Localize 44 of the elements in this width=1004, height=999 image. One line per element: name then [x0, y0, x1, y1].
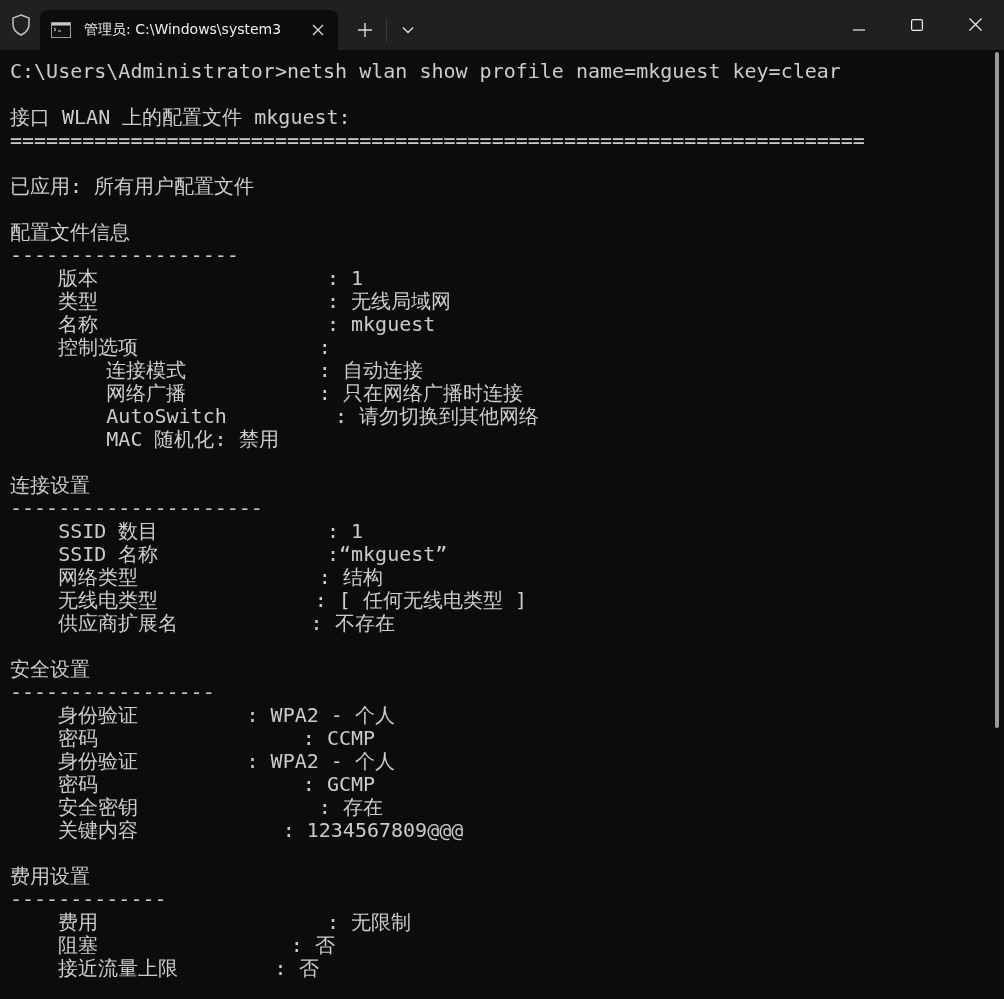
new-tab-icon[interactable]	[358, 23, 372, 37]
terminal-line: SSID 数目 : 1	[57, 520, 364, 543]
terminal-icon	[51, 22, 71, 38]
terminal-line: 接口 WLAN 上的配置文件 mkguest:	[10, 106, 351, 129]
terminal-line: 网络广播 : 只在网络广播时连接	[105, 382, 523, 405]
terminal-line: 类型 : 无线局域网	[57, 290, 452, 313]
terminal-line: 无线电类型 : [ 任何无线电类型 ]	[57, 589, 527, 612]
terminal-line: 控制选项 :	[57, 336, 331, 359]
terminal-line: 费用 : 无限制	[57, 911, 412, 934]
terminal-line: 密码 : CCMP	[57, 727, 376, 750]
terminal-line: 配置文件信息	[10, 221, 130, 244]
terminal-line: 已应用: 所有用户配置文件	[10, 175, 255, 198]
terminal-line: 连接设置	[10, 474, 90, 497]
terminal-line: 关键内容 : 1234567809@@@	[57, 819, 464, 842]
terminal-line: 身份验证 : WPA2 - 个人	[57, 750, 395, 773]
terminal-line: MAC 随机化: 禁用	[105, 428, 279, 451]
terminal-line: -------------	[10, 888, 167, 911]
terminal-line: 身份验证 : WPA2 - 个人	[57, 704, 395, 727]
maximize-icon[interactable]	[911, 19, 923, 31]
terminal-tab[interactable]: 管理员: C:\Windows\system3	[40, 10, 338, 50]
terminal-line: ---------------------	[10, 497, 263, 520]
terminal-line: -------------------	[10, 244, 239, 267]
terminal-line: SSID 名称 :“mkguest”	[57, 543, 448, 566]
close-tab-icon[interactable]	[312, 24, 324, 36]
terminal-line: =======================================================================	[10, 129, 865, 152]
terminal-line: 安全设置	[10, 658, 90, 681]
terminal-line: 安全密钥 : 存在	[57, 796, 383, 819]
terminal-line: 供应商扩展名 : 不存在	[57, 612, 395, 635]
terminal-line: 接近流量上限 : 否	[57, 957, 319, 980]
terminal-line: 网络类型 : 结构	[57, 566, 383, 589]
terminal-line: 名称 : mkguest	[57, 313, 436, 336]
terminal-line: -----------------	[10, 681, 215, 704]
terminal-line: 连接模式 : 自动连接	[105, 359, 423, 382]
tab-title: 管理员: C:\Windows\system3	[84, 21, 283, 39]
close-icon[interactable]	[969, 18, 982, 31]
scrollbar-thumb[interactable]	[995, 52, 999, 728]
terminal-line: C:\Users\Administrator>netsh wlan show profile name=mkguest key=clear	[10, 60, 841, 83]
terminal-line: 密码 : GCMP	[57, 773, 376, 796]
terminal-line: AutoSwitch : 请勿切换到其他网络	[105, 405, 540, 428]
terminal-line: 费用设置	[10, 865, 90, 888]
shield-icon	[11, 14, 31, 36]
chevron-down-icon[interactable]	[402, 26, 414, 34]
terminal-line: 版本 : 1	[57, 267, 364, 290]
terminal-line: 阻塞 : 否	[57, 934, 335, 957]
